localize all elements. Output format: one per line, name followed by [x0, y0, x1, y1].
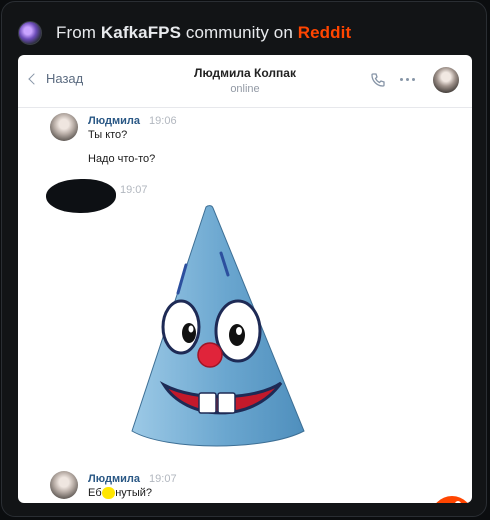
censor-highlight: ну: [101, 487, 116, 499]
message-text: Ты кто?: [88, 129, 128, 141]
message-time: 19:07: [149, 473, 177, 485]
message-author[interactable]: Людмила: [88, 473, 140, 485]
embed-title[interactable]: From KafkaFPS community on Reddit: [56, 23, 351, 43]
peer-status: online: [230, 83, 260, 95]
message-text: Ебнунутый?: [88, 487, 152, 499]
embed-header: From KafkaFPS community on Reddit: [18, 19, 351, 47]
message-text-part: нутый?: [115, 487, 152, 499]
message-text: Надо что-то?: [88, 153, 156, 165]
avatar[interactable]: [50, 113, 78, 141]
chat-screenshot: Назад Людмила Колпак online Людмила 19:0…: [18, 55, 472, 503]
avatar[interactable]: [50, 471, 78, 499]
party-hat-sticker: [131, 205, 305, 447]
message-time: 19:07: [120, 184, 148, 196]
more-icon[interactable]: [400, 78, 415, 81]
subreddit-name[interactable]: KafkaFPS: [101, 23, 181, 42]
phone-icon[interactable]: [370, 72, 386, 88]
reddit-logo-icon[interactable]: [430, 495, 472, 503]
embed-middle: community on: [185, 23, 293, 42]
message-time: 19:06: [149, 115, 177, 127]
peer-avatar[interactable]: [433, 67, 459, 93]
chat-header: Назад Людмила Колпак online: [18, 55, 472, 108]
embed-prefix: From: [56, 23, 97, 42]
redacted-avatar: [46, 179, 116, 213]
message-author[interactable]: Людмила: [88, 115, 140, 127]
message-text-part: Еб: [88, 487, 102, 499]
reddit-brand[interactable]: Reddit: [298, 23, 351, 42]
subreddit-icon[interactable]: [18, 21, 42, 45]
